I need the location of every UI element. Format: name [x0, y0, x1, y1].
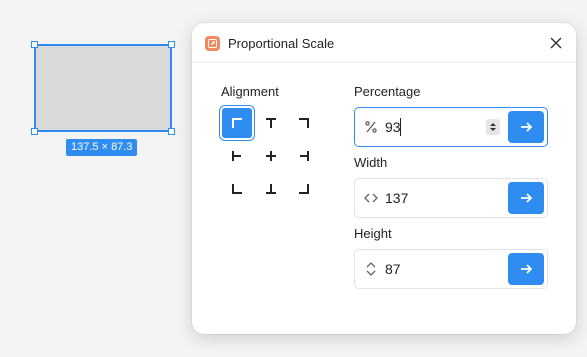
percentage-field[interactable]: 93 — [354, 107, 548, 147]
arrow-right-icon — [521, 193, 533, 203]
text-caret — [400, 118, 401, 136]
align-top-center-button[interactable] — [256, 108, 286, 138]
vertical-arrows-icon — [364, 262, 378, 276]
height-field[interactable]: 87 — [354, 249, 548, 289]
percentage-spinner[interactable] — [486, 119, 500, 135]
dimension-badge: 137.5 × 87.3 — [66, 139, 138, 156]
proportional-scale-dialog: Proportional Scale Alignment Percentage … — [192, 23, 576, 334]
arrow-right-icon — [521, 122, 533, 132]
apply-height-button[interactable] — [508, 253, 544, 285]
apply-percentage-button[interactable] — [508, 111, 544, 143]
height-label: Height — [354, 226, 392, 241]
close-icon[interactable] — [548, 35, 564, 51]
align-middle-right-button[interactable] — [289, 141, 319, 171]
width-input[interactable]: 137 — [385, 190, 485, 206]
width-field[interactable]: 137 — [354, 178, 548, 218]
align-center-button[interactable] — [256, 141, 286, 171]
resize-handle-top-left[interactable] — [31, 41, 38, 48]
dialog-title: Proportional Scale — [228, 36, 335, 51]
resize-handle-bottom-right[interactable] — [168, 128, 175, 135]
percentage-label: Percentage — [354, 84, 421, 99]
align-middle-left-button[interactable] — [222, 141, 252, 171]
width-label: Width — [354, 155, 388, 170]
align-bottom-right-button[interactable] — [289, 174, 319, 204]
resize-handle-top-right[interactable] — [168, 41, 175, 48]
alignment-label: Alignment — [221, 84, 279, 99]
dialog-header: Proportional Scale — [192, 23, 576, 63]
height-input[interactable]: 87 — [385, 261, 485, 277]
apply-width-button[interactable] — [508, 182, 544, 214]
align-top-right-button[interactable] — [289, 108, 319, 138]
align-top-left-button[interactable] — [222, 108, 252, 138]
resize-handle-bottom-left[interactable] — [31, 128, 38, 135]
horizontal-arrows-icon — [364, 191, 378, 205]
selected-rectangle[interactable] — [31, 41, 175, 135]
alignment-grid — [221, 107, 311, 197]
percent-icon — [364, 120, 378, 134]
align-bottom-left-button[interactable] — [222, 174, 252, 204]
arrow-right-icon — [521, 264, 533, 274]
scale-app-icon — [205, 36, 220, 51]
align-bottom-center-button[interactable] — [256, 174, 286, 204]
